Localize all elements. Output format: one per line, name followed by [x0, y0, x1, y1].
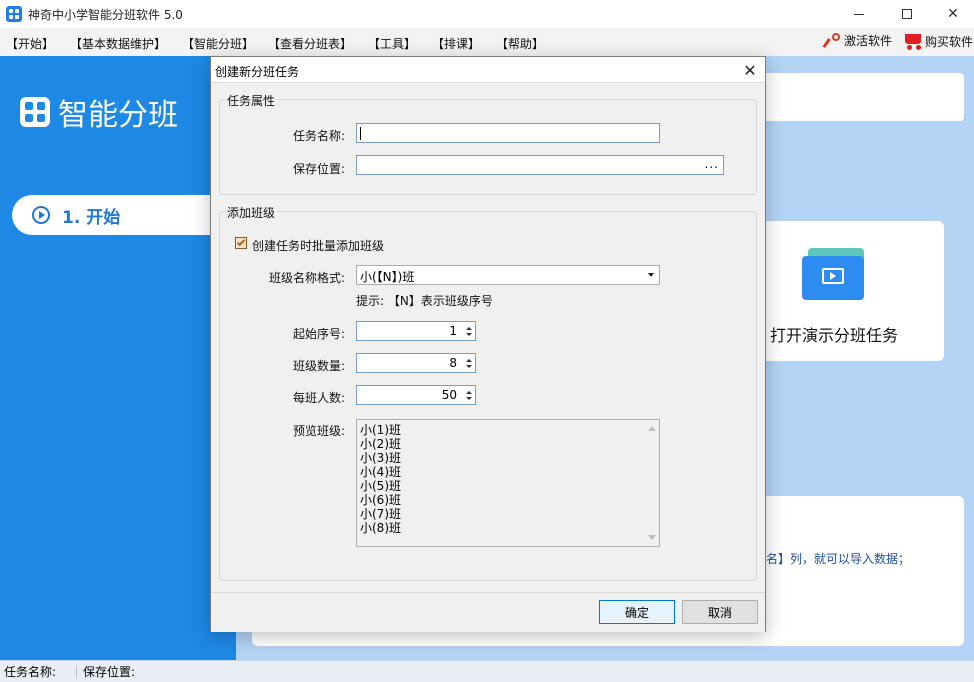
list-item: 小(8)班 — [360, 521, 401, 535]
minimize-button[interactable] — [836, 0, 882, 28]
dialog-title: 创建新分班任务 — [215, 65, 300, 79]
minimize-icon — [854, 13, 864, 15]
start-no-value: 1 — [449, 324, 457, 338]
menu-scheduling[interactable]: 【排课】 — [432, 35, 480, 52]
preview-list[interactable]: 小(1)班 小(2)班 小(3)班 小(4)班 小(5)班 小(6)班 小(7)… — [356, 419, 660, 547]
status-save-location: 保存位置: — [83, 665, 136, 679]
menu-basic-data[interactable]: 【基本数据维护】 — [70, 35, 166, 52]
top-card — [740, 73, 964, 121]
batch-add-label[interactable]: 创建任务时批量添加班级 — [252, 237, 384, 254]
create-task-dialog: 创建新分班任务 ✕ 任务属性 任务名称: 保存位置: ... 添加班级 创建任务… — [210, 56, 766, 632]
buy-software-button[interactable]: 购买软件 — [903, 32, 973, 50]
app-logo-icon — [6, 6, 22, 22]
add-classes-title: 添加班级 — [225, 204, 278, 221]
start-no-stepper[interactable]: 1 — [356, 321, 476, 341]
close-icon: ✕ — [743, 60, 757, 80]
menu-start[interactable]: 【开始】 — [6, 35, 54, 52]
spin-up-icon[interactable] — [466, 327, 472, 330]
task-properties-group — [219, 99, 757, 195]
save-location-input[interactable]: ... — [356, 155, 724, 175]
name-format-hint: 提示: 【N】表示班级序号 — [356, 294, 493, 308]
buy-label: 购买软件 — [925, 34, 974, 49]
spin-down-icon[interactable] — [466, 365, 472, 368]
menu-smart-assign[interactable]: 【智能分班】 — [182, 35, 254, 52]
activate-label: 激活软件 — [844, 34, 893, 48]
per-class-label: 每班人数: — [292, 391, 345, 405]
list-item: 小(2)班 — [360, 437, 401, 451]
class-count-value: 8 — [449, 356, 457, 370]
list-item: 小(6)班 — [360, 493, 401, 507]
maximize-button[interactable] — [884, 0, 930, 28]
brand-title: 智能分班 — [58, 98, 178, 133]
chevron-down-icon — [648, 273, 654, 277]
demo-folder-icon — [802, 248, 866, 300]
spin-down-icon[interactable] — [466, 333, 472, 336]
dialog-close-button[interactable]: ✕ — [739, 60, 761, 80]
status-task-name: 任务名称: — [4, 665, 57, 679]
name-format-value: 小(【N】)班 — [360, 270, 415, 284]
list-item: 小(7)班 — [360, 507, 401, 521]
cancel-button[interactable]: 取消 — [682, 600, 758, 624]
per-class-value: 50 — [441, 388, 457, 402]
menu-bar: 【开始】 【基本数据维护】 【智能分班】 【查看分班表】 【工具】 【排课】 【… — [0, 28, 974, 56]
menu-tools[interactable]: 【工具】 — [368, 35, 416, 52]
batch-add-checkbox[interactable] — [235, 237, 247, 249]
close-icon: ✕ — [947, 6, 959, 22]
activate-software-button[interactable]: 激活软件 — [822, 32, 893, 49]
title-bar: 神奇中小学智能分班软件 5.0 ✕ — [0, 0, 974, 28]
task-name-label: 任务名称: — [292, 129, 345, 143]
sidebar-item-start[interactable]: 1. 开始 — [12, 195, 236, 235]
per-class-stepper[interactable]: 50 — [356, 385, 476, 405]
task-name-input[interactable] — [356, 123, 660, 143]
list-item: 小(5)班 — [360, 479, 401, 493]
brand: 智能分班 — [20, 90, 178, 134]
ok-button[interactable]: 确定 — [599, 600, 675, 624]
brand-logo-icon — [20, 97, 50, 127]
menu-view-tables[interactable]: 【查看分班表】 — [268, 35, 352, 52]
dialog-title-bar: 创建新分班任务 ✕ — [211, 57, 765, 83]
class-count-stepper[interactable]: 8 — [356, 353, 476, 373]
scroll-down-icon[interactable] — [648, 535, 656, 540]
scroll-up-icon[interactable] — [648, 426, 656, 431]
maximize-icon — [902, 9, 912, 19]
open-demo-label[interactable]: 打开演示分班任务 — [770, 322, 898, 346]
list-item: 小(1)班 — [360, 423, 401, 437]
status-separator — [76, 664, 77, 679]
dialog-footer: 确定 取消 — [211, 592, 765, 632]
spin-up-icon[interactable] — [466, 391, 472, 394]
class-count-label: 班级数量: — [292, 359, 345, 373]
cart-icon — [903, 32, 923, 50]
list-item: 小(4)班 — [360, 465, 401, 479]
start-no-label: 起始序号: — [292, 327, 345, 341]
play-circle-icon — [32, 206, 50, 224]
browse-button[interactable]: ... — [705, 157, 719, 171]
name-format-label: 班级名称格式: — [268, 271, 345, 285]
text-caret — [360, 127, 361, 140]
spin-up-icon[interactable] — [466, 359, 472, 362]
sidebar — [0, 56, 236, 660]
close-window-button[interactable]: ✕ — [930, 0, 974, 28]
sidebar-item-label: 1. 开始 — [62, 207, 121, 228]
preview-label: 预览班级: — [292, 424, 345, 438]
key-icon — [822, 32, 840, 49]
status-bar: 任务名称: 保存位置: — [0, 660, 974, 682]
name-format-select[interactable]: 小(【N】)班 — [356, 265, 660, 285]
save-location-label: 保存位置: — [292, 162, 345, 176]
menu-help[interactable]: 【帮助】 — [496, 35, 544, 52]
list-item: 小(3)班 — [360, 451, 401, 465]
import-hint: 名】列，就可以导入数据； — [766, 552, 911, 566]
window-title: 神奇中小学智能分班软件 5.0 — [28, 7, 183, 22]
spin-down-icon[interactable] — [466, 397, 472, 400]
task-properties-title: 任务属性 — [225, 92, 278, 109]
check-icon — [236, 237, 246, 247]
